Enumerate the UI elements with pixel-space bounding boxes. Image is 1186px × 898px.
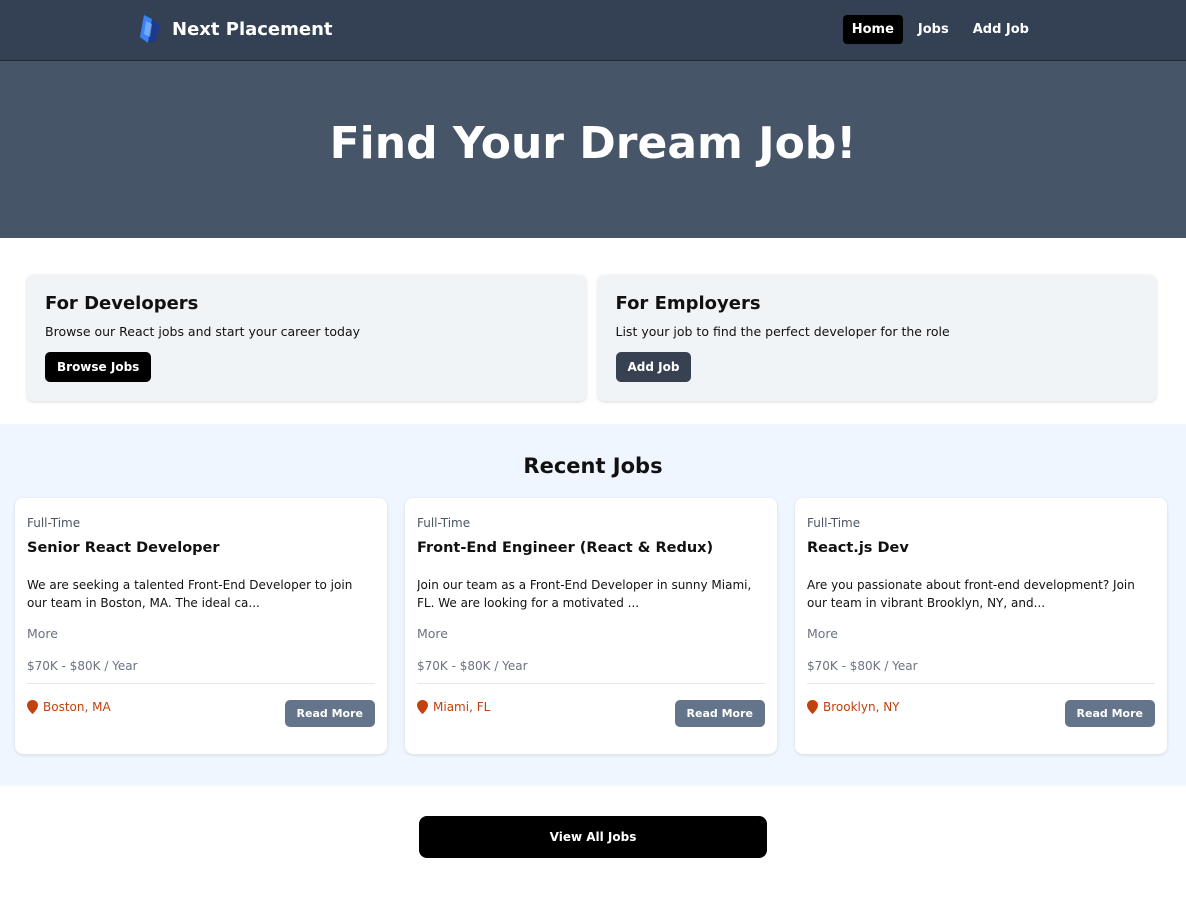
job-description: Join our team as a Front-End Developer i… (417, 578, 752, 610)
nav-link-add-job[interactable]: Add Job (964, 15, 1038, 44)
developers-card-text: Browse our React jobs and start your car… (45, 324, 361, 339)
map-pin-icon (807, 700, 818, 714)
read-more-button[interactable]: Read More (674, 700, 765, 727)
job-more-link[interactable]: More (807, 626, 1155, 641)
job-type: Full-Time (27, 516, 81, 530)
job-salary: $70K - $80K / Year (807, 659, 1155, 684)
developers-card: For Developers Browse our React jobs and… (27, 275, 586, 401)
job-more-link[interactable]: More (27, 626, 375, 641)
brand-name: Next Placement (172, 18, 333, 40)
job-salary: $70K - $80K / Year (27, 659, 375, 684)
map-pin-icon (417, 700, 428, 714)
job-card: Full-Time Senior React Developer We are … (15, 498, 387, 754)
job-description: We are seeking a talented Front-End Deve… (27, 578, 353, 610)
brand[interactable]: Next Placement (138, 15, 333, 43)
job-title: React.js Dev (807, 540, 909, 556)
employers-card-text: List your job to find the perfect develo… (615, 324, 950, 339)
job-footer: Miami, FL Read More (417, 700, 765, 727)
job-card: Full-Time React.js Dev Are you passionat… (795, 498, 1167, 754)
job-footer: Brooklyn, NY Read More (807, 700, 1155, 727)
top-navbar: Next Placement Home Jobs Add Job (0, 0, 1186, 61)
developers-card-title: For Developers (45, 293, 199, 314)
job-title: Senior React Developer (27, 540, 220, 556)
job-footer: Boston, MA Read More (27, 700, 375, 727)
job-location: Brooklyn, NY (807, 700, 900, 714)
employers-card-title: For Employers (615, 293, 761, 314)
job-location: Miami, FL (417, 700, 490, 714)
view-all-section: View All Jobs (0, 786, 1186, 858)
employers-card: For Employers List your job to find the … (597, 275, 1156, 401)
browse-jobs-button[interactable]: Browse Jobs (45, 352, 152, 382)
nav-links: Home Jobs Add Job (842, 15, 1038, 44)
job-salary: $70K - $80K / Year (417, 659, 765, 684)
job-card: Full-Time Front-End Engineer (React & Re… (405, 498, 777, 754)
job-title: Front-End Engineer (React & Redux) (417, 540, 714, 556)
hero-title: Find Your Dream Job! (329, 118, 857, 169)
job-description: Are you passionate about front-end devel… (807, 578, 1135, 610)
read-more-button[interactable]: Read More (284, 700, 375, 727)
nav-link-home[interactable]: Home (842, 15, 903, 44)
add-job-button[interactable]: Add Job (615, 352, 692, 382)
job-type: Full-Time (417, 516, 471, 530)
cta-section: For Developers Browse our React jobs and… (0, 238, 1186, 424)
nav-link-jobs[interactable]: Jobs (909, 15, 958, 44)
job-more-link[interactable]: More (417, 626, 765, 641)
job-location-text: Brooklyn, NY (823, 700, 900, 714)
hero-banner: Find Your Dream Job! (0, 61, 1186, 238)
jobs-grid: Full-Time Senior React Developer We are … (0, 498, 1186, 754)
job-location-text: Boston, MA (43, 700, 111, 714)
job-type: Full-Time (807, 516, 861, 530)
job-location: Boston, MA (27, 700, 111, 714)
recent-jobs-section: Recent Jobs Full-Time Senior React Devel… (0, 424, 1186, 786)
recent-jobs-heading: Recent Jobs (523, 454, 663, 478)
view-all-jobs-button[interactable]: View All Jobs (419, 816, 767, 858)
brand-logo-icon (140, 15, 160, 43)
map-pin-icon (27, 700, 38, 714)
read-more-button[interactable]: Read More (1064, 700, 1155, 727)
job-location-text: Miami, FL (433, 700, 491, 714)
